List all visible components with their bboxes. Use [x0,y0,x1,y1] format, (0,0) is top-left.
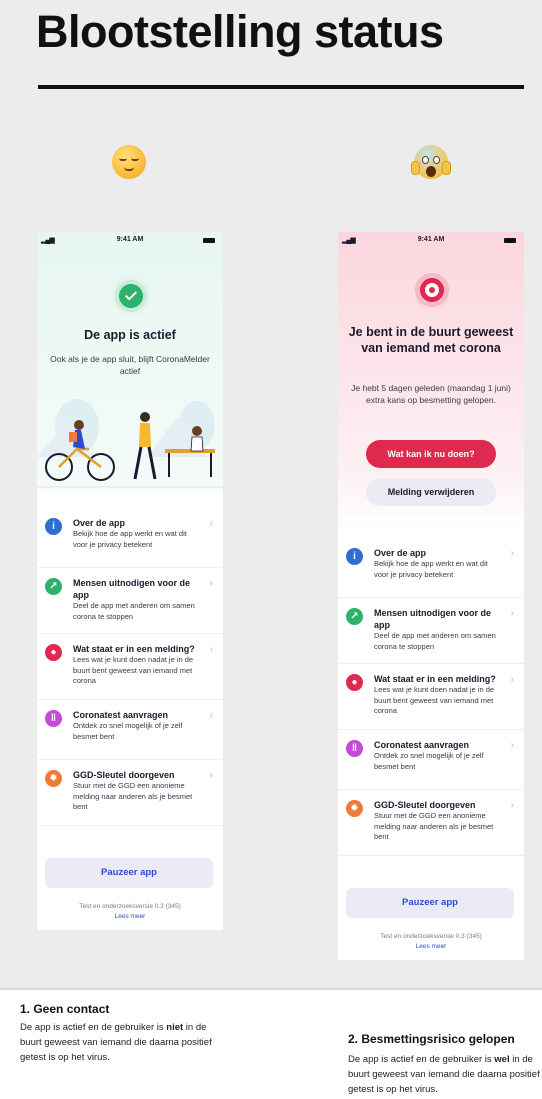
chevron-right-icon: › [209,518,213,529]
virus-icon: ✹ [346,800,363,817]
phone-screen-no-contact: ▂▄▆ 9:41 AM De app is actief Ook als je … [37,232,223,930]
status-bar: ▂▄▆ 9:41 AM [37,234,223,248]
menu-item-invite[interactable]: ↗ Mensen uitnodigen voor de app Deel de … [37,568,223,634]
menu-item-notification-info[interactable]: ● Wat staat er in een melding? Lees wat … [338,664,524,730]
virus-icon: ✹ [45,770,62,787]
menu-item-label: GGD-Sleutel doorgeven [374,800,476,810]
battery-icon [203,238,215,243]
menu-item-desc: Stuur met de GGD een anonieme melding na… [374,811,494,841]
chevron-right-icon: › [209,644,213,655]
battery-icon [504,238,516,243]
read-more-link[interactable]: Lees meer [338,943,524,950]
relieved-face-emoji-icon [112,145,146,179]
share-icon: ↗ [45,578,62,595]
hero-title: De app is actief [84,328,176,342]
menu-item-request-test[interactable]: ‖ Coronatest aanvragen Ontdek zo snel mo… [338,730,524,790]
info-icon: i [346,548,363,565]
menu-list: i Over de app Bekijk hoe de app werkt en… [37,508,223,826]
menu-item-desc: Ontdek zo snel mogelijk of je zelf besme… [374,751,484,771]
test-tube-icon: ‖ [45,710,62,727]
menu-item-desc: Deel de app met anderen om samen corona … [73,601,195,621]
menu-item-label: Mensen uitnodigen voor de app [73,578,191,600]
chevron-right-icon: › [209,578,213,589]
chevron-right-icon: › [209,770,213,781]
caption-text-no-contact: De app is actief en de gebruiker is niet… [20,1020,220,1065]
hero-title: Je bent in de buurt geweest van iemand m… [348,325,514,355]
menu-item-label: Coronatest aanvragen [73,710,169,720]
menu-item-about[interactable]: i Over de app Bekijk hoe de app werkt en… [338,538,524,598]
chevron-right-icon: › [510,608,514,619]
menu-item-invite[interactable]: ↗ Mensen uitnodigen voor de app Deel de … [338,598,524,664]
menu-item-label: Coronatest aanvragen [374,740,470,750]
menu-item-notification-info[interactable]: ● Wat staat er in een melding? Lees wat … [37,634,223,700]
menu-item-request-test[interactable]: ‖ Coronatest aanvragen Ontdek zo snel mo… [37,700,223,760]
caption-text-exposure: De app is actief en de gebruiker is wel … [348,1052,542,1097]
menu-item-desc: Bekijk hoe de app werkt en wat dit voor … [73,529,187,549]
menu-item-label: Wat staat er in een melding? [374,674,496,684]
menu-item-desc: Lees wat je kunt doen nadat je in de buu… [374,685,495,715]
page-title: Blootstelling status [36,6,444,57]
exposure-alert-icon [412,270,452,310]
chevron-right-icon: › [209,710,213,721]
status-time: 9:41 AM [116,236,144,243]
menu-item-desc: Ontdek zo snel mogelijk of je zelf besme… [73,721,183,741]
chevron-right-icon: › [510,800,514,811]
chevron-right-icon: › [510,674,514,685]
menu-item-desc: Stuur met de GGD een anonieme melding na… [73,781,193,811]
menu-item-label: Wat staat er in een melding? [73,644,195,654]
menu-item-desc: Bekijk hoe de app werkt en wat dit voor … [374,559,488,579]
menu-item-label: Over de app [73,518,126,528]
menu-item-ggd-key[interactable]: ✹ GGD-Sleutel doorgeven Stuur met de GGD… [338,790,524,856]
hero-text: Je hebt 5 dagen geleden (maandag 1 juni)… [351,383,511,405]
hero-text: Ook als je de app sluit, blijft CoronaMe… [50,354,210,376]
menu-item-label: Mensen uitnodigen voor de app [374,608,492,630]
active-check-icon [111,276,151,316]
title-divider [38,85,524,89]
pause-app-button[interactable]: Pauzeer app [346,888,514,918]
caption-emphasis: niet [166,1022,184,1033]
version-text: Test en onderzoeksversie 0.3 (345) [79,903,181,910]
read-more-link[interactable]: Lees meer [37,913,223,920]
chevron-right-icon: › [510,548,514,559]
chevron-right-icon: › [510,740,514,751]
caption-text-part: De app is actief en de gebruiker is [20,1022,167,1033]
menu-item-label: GGD-Sleutel doorgeven [73,770,175,780]
people-outdoor-illustration [37,399,223,488]
notification-icon: ● [346,674,363,691]
test-tube-icon: ‖ [346,740,363,757]
status-time: 9:41 AM [417,236,445,243]
menu-list: i Over de app Bekijk hoe de app werkt en… [338,538,524,856]
info-icon: i [45,518,62,535]
notification-icon: ● [45,644,62,661]
menu-item-label: Over de app [374,548,427,558]
caption-text-part: De app is actief en de gebruiker is [348,1054,495,1065]
menu-item-ggd-key[interactable]: ✹ GGD-Sleutel doorgeven Stuur met de GGD… [37,760,223,826]
share-icon: ↗ [346,608,363,625]
status-bar: ▂▄▆ 9:41 AM [338,234,524,248]
menu-item-desc: Lees wat je kunt doen nadat je in de buu… [73,655,194,685]
menu-item-about[interactable]: i Over de app Bekijk hoe de app werkt en… [37,508,223,568]
delete-notification-button[interactable]: Melding verwijderen [366,478,496,506]
caption-title-no-contact: 1. Geen contact [20,1002,110,1016]
what-to-do-button[interactable]: Wat kan ik nu doen? [366,440,496,468]
phone-screen-exposure: ▂▄▆ 9:41 AM Je bent in de buurt geweest … [338,232,524,960]
caption-emphasis: wel [494,1054,510,1065]
caption-title-exposure: 2. Besmettingsrisico gelopen [348,1032,515,1046]
menu-item-desc: Deel de app met anderen om samen corona … [374,631,496,651]
pause-app-button[interactable]: Pauzeer app [45,858,213,888]
version-text: Test en onderzoeksversie 0.3 (345) [380,933,482,940]
screaming-face-emoji-icon [411,145,451,179]
